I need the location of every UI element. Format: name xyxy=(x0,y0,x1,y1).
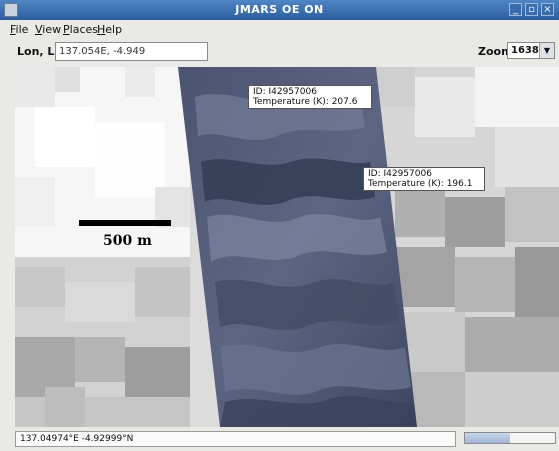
scale-label: 500 m xyxy=(103,233,152,249)
lon-lat-input[interactable]: 137.054E, -4.949 xyxy=(55,42,208,61)
menu-view[interactable]: View xyxy=(35,23,61,36)
map-view[interactable]: 500 m ID: I42957006 Temperature (K): 207… xyxy=(15,67,559,427)
map-tooltip: ID: I42957006 Temperature (K): 207.6 xyxy=(248,85,372,109)
menu-bar: File View Places Help xyxy=(0,21,559,39)
status-bar: 137.04974°E -4.92999°N xyxy=(0,428,559,451)
progress-bar xyxy=(464,432,556,444)
maximize-button[interactable]: ▫ xyxy=(525,3,538,16)
map-tooltip: ID: I42957006 Temperature (K): 196.1 xyxy=(363,167,485,191)
progress-fill xyxy=(465,433,510,443)
menu-file[interactable]: File xyxy=(10,23,28,36)
window-title: JMARS OE ON xyxy=(235,3,324,16)
menu-places[interactable]: Places xyxy=(63,23,98,36)
tooltip-temperature: Temperature (K): 207.6 xyxy=(253,97,358,107)
tooltip-temperature: Temperature (K): 196.1 xyxy=(368,179,473,189)
zoom-select[interactable]: 16384 ▼ xyxy=(507,42,555,59)
cursor-position-readout: 137.04974°E -4.92999°N xyxy=(15,431,456,447)
chevron-down-icon[interactable]: ▼ xyxy=(539,43,554,58)
minimize-button[interactable]: _ xyxy=(509,3,522,16)
scale-bar xyxy=(79,220,171,226)
close-button[interactable]: × xyxy=(541,3,554,16)
map-canvas xyxy=(15,67,559,427)
tooltip-id: ID: I42957006 xyxy=(368,169,432,179)
title-bar: JMARS OE ON _ ▫ × xyxy=(0,0,559,20)
menu-help[interactable]: Help xyxy=(97,23,122,36)
location-bar: Lon, Lat 137.054E, -4.949 Zoom: 16384 ▼ xyxy=(0,39,559,63)
tooltip-id: ID: I42957006 xyxy=(253,87,317,97)
